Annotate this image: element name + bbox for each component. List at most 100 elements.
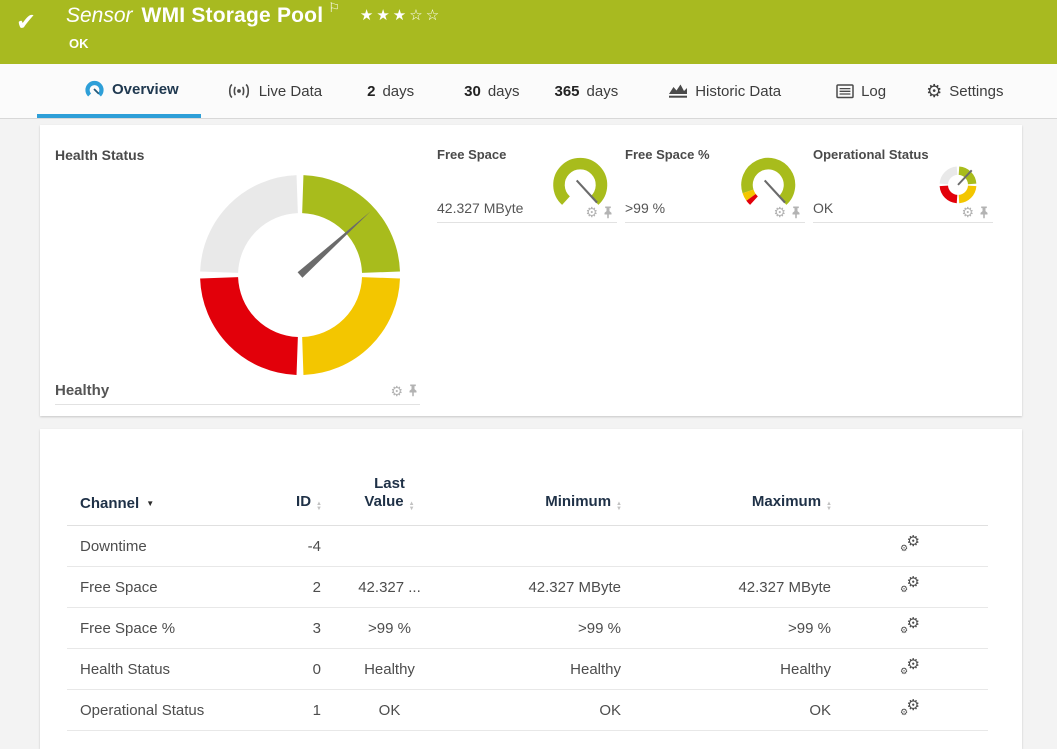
- channels-card: Channel ▼ ID Last Value Minimum Maximum: [40, 429, 1022, 749]
- gauge-needle: [763, 179, 786, 204]
- gauge-needle: [575, 179, 598, 204]
- pin-icon[interactable]: [979, 206, 989, 219]
- status-badge: OK: [69, 36, 89, 51]
- tab-label: Live Data: [258, 82, 323, 100]
- tab-2-days[interactable]: 2 days: [352, 64, 429, 118]
- column-label: Minimum: [545, 493, 612, 510]
- channel-maximum: 42.327 MByte: [622, 566, 832, 608]
- pin-icon[interactable]: [603, 206, 613, 219]
- gauge-value: >99 %: [625, 200, 666, 216]
- column-header-channel[interactable]: Channel ▼: [67, 429, 277, 526]
- sort-icon: [616, 502, 622, 512]
- channel-minimum: 42.327 MByte: [457, 566, 622, 608]
- channel-name[interactable]: Free Space %: [67, 607, 277, 649]
- health-status-gauge: [200, 175, 400, 375]
- channel-maximum: OK: [622, 689, 832, 731]
- tab-label: days: [586, 82, 619, 100]
- channel-name[interactable]: Free Space: [67, 566, 277, 608]
- tab-label: Historic Data: [695, 82, 782, 100]
- column-label: ID: [296, 493, 312, 510]
- tab-bar: Overview Live Data 2 days 30 days 365 da…: [0, 64, 1057, 119]
- table-row-health-status: Health Status 0 Healthy Healthy Healthy …: [67, 648, 988, 690]
- table-row-free-space-percent: Free Space % 3 >99 % >99 % >99 % ⚙ ⚙: [67, 607, 988, 649]
- tab-settings[interactable]: ⚙ Settings: [911, 64, 1018, 118]
- channel-id: -4: [277, 525, 322, 567]
- tab-label: Overview: [112, 80, 179, 98]
- column-label: Maximum: [751, 493, 822, 510]
- channel-minimum: >99 %: [457, 607, 622, 649]
- broadcast-icon: [228, 83, 249, 99]
- channel-name[interactable]: Health Status: [67, 648, 277, 690]
- channel-minimum: OK: [457, 689, 622, 731]
- sensor-type-label: Sensor: [66, 4, 133, 27]
- column-header-maximum[interactable]: Maximum: [622, 429, 832, 526]
- priority-flag-icon[interactable]: ⚐: [328, 0, 340, 16]
- channel-id: 0: [277, 648, 322, 690]
- channel-id: 2: [277, 566, 322, 608]
- gauge-panel-free-space: Free Space 42.327 MByte ⚙: [437, 147, 617, 223]
- channel-settings-icon[interactable]: ⚙ ⚙: [900, 697, 920, 717]
- channel-last-value: Healthy: [322, 648, 457, 690]
- tab-number: 365: [554, 82, 580, 100]
- gauge-value: OK: [813, 200, 834, 216]
- area-chart-icon: [669, 84, 688, 98]
- pin-icon[interactable]: [408, 384, 418, 397]
- tab-live-data[interactable]: Live Data: [211, 64, 337, 118]
- tab-label: Settings: [949, 82, 1004, 100]
- channel-name[interactable]: Operational Status: [67, 689, 277, 731]
- sensor-header: ✔ Sensor WMI Storage Pool ⚐ ★★★☆☆ OK: [0, 0, 1057, 64]
- gear-icon: ⚙: [926, 81, 943, 101]
- overview-card: Health Status Healthy ⚙ Free Space 42.32…: [40, 125, 1022, 416]
- column-label: Last Value: [364, 475, 405, 510]
- sort-icon: [826, 502, 832, 512]
- gauge-panel-free-space-percent: Free Space % >99 % ⚙: [625, 147, 805, 223]
- channel-minimum: Healthy: [457, 648, 622, 690]
- health-status-value: Healthy: [55, 382, 110, 399]
- channel-id: 1: [277, 689, 322, 731]
- channels-table: Channel ▼ ID Last Value Minimum Maximum: [67, 429, 988, 731]
- mini-gauge-panels: Free Space 42.327 MByte ⚙ Free Space % >…: [437, 147, 1001, 223]
- table-row-free-space: Free Space 2 42.327 ... 42.327 MByte 42.…: [67, 566, 988, 608]
- pin-icon[interactable]: [791, 206, 801, 219]
- column-header-id[interactable]: ID: [277, 429, 322, 526]
- channel-settings-icon[interactable]: ⚙ ⚙: [900, 574, 920, 594]
- tab-log[interactable]: Log: [821, 64, 901, 118]
- tab-label: days: [382, 82, 415, 100]
- gauge-value: 42.327 MByte: [437, 200, 524, 216]
- channel-last-value: 42.327 ...: [322, 566, 457, 608]
- column-header-minimum[interactable]: Minimum: [457, 429, 622, 526]
- channel-name[interactable]: Downtime: [67, 525, 277, 567]
- priority-stars[interactable]: ★★★☆☆: [360, 6, 442, 24]
- channel-maximum: >99 %: [622, 607, 832, 649]
- check-icon: ✔: [16, 9, 37, 36]
- sort-icon: [409, 502, 415, 512]
- tab-historic-data[interactable]: Historic Data: [653, 64, 796, 118]
- gauge-panel-operational-status: Operational Status OK ⚙: [813, 147, 993, 223]
- gear-icon[interactable]: ⚙: [773, 205, 786, 219]
- tab-365-days[interactable]: 365 days: [540, 64, 634, 118]
- channel-last-value: >99 %: [322, 607, 457, 649]
- tab-number: 2: [367, 82, 376, 100]
- channel-settings-icon[interactable]: ⚙ ⚙: [900, 533, 920, 553]
- channel-last-value: OK: [322, 689, 457, 731]
- column-header-settings: [832, 429, 988, 526]
- channel-maximum: Healthy: [622, 648, 832, 690]
- tab-30-days[interactable]: 30 days: [449, 64, 534, 118]
- gauge-icon: [85, 80, 104, 97]
- column-header-last-value[interactable]: Last Value: [322, 429, 457, 526]
- health-status-panel-title: Health Status: [55, 147, 145, 163]
- tab-overview[interactable]: Overview: [37, 64, 201, 118]
- gear-icon[interactable]: ⚙: [961, 205, 974, 219]
- tab-number: 30: [464, 82, 481, 100]
- gear-icon[interactable]: ⚙: [390, 384, 403, 398]
- channel-last-value: [322, 525, 457, 567]
- list-icon: [836, 83, 854, 98]
- sort-icon: [316, 502, 322, 512]
- channel-settings-icon[interactable]: ⚙ ⚙: [900, 615, 920, 635]
- gear-icon[interactable]: ⚙: [585, 205, 598, 219]
- tab-label: days: [487, 82, 520, 100]
- channel-minimum: [457, 525, 622, 567]
- channel-maximum: [622, 525, 832, 567]
- main-content: Health Status Healthy ⚙ Free Space 42.32…: [0, 119, 1057, 749]
- channel-settings-icon[interactable]: ⚙ ⚙: [900, 656, 920, 676]
